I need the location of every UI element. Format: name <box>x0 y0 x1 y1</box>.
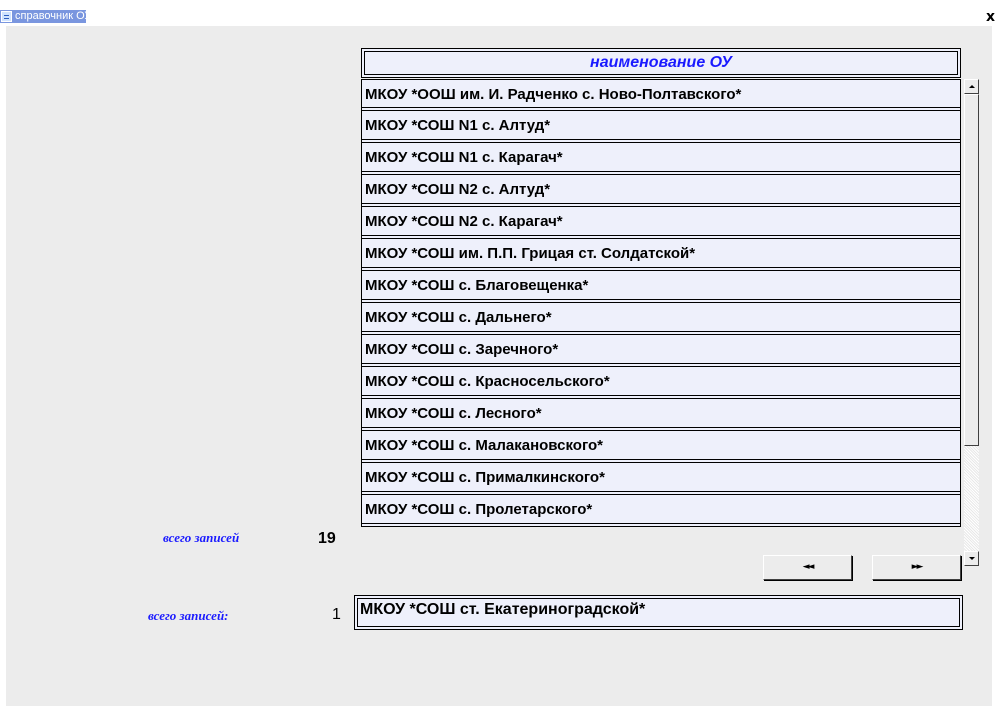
list-item[interactable]: МКОУ *СОШ N2 с. Алтуд* <box>361 175 961 207</box>
selected-records-label: всего записей: <box>148 608 229 623</box>
total-records-label: всего записей <box>163 530 240 545</box>
scroll-up-button[interactable] <box>964 79 979 94</box>
arrow-up-icon <box>969 85 975 88</box>
list-item[interactable]: МКОУ *СОШ им. П.П. Грицая ст. Солдатской… <box>361 239 961 271</box>
window-title: справочник ОУ <box>15 10 92 22</box>
title-tab: справочник ОУ <box>0 10 91 23</box>
list-item[interactable]: МКОУ *СОШ с. Заречного* <box>361 335 961 367</box>
selected-records-value: 1 <box>332 606 341 623</box>
list-rows: МКОУ *ООШ им. И. Радченко с. Ново-Полтав… <box>361 79 961 527</box>
total-records-value: 19 <box>318 530 336 547</box>
list-item[interactable]: МКОУ *СОШ N1 с. Алтуд* <box>361 111 961 143</box>
list-item[interactable]: МКОУ *СОШ N1 с. Карагач* <box>361 143 961 175</box>
close-icon[interactable]: x <box>986 10 995 24</box>
scroll-down-button[interactable] <box>964 551 979 566</box>
form-icon <box>1 11 12 22</box>
list-item[interactable]: МКОУ *ООШ им. И. Радченко с. Ново-Полтав… <box>361 79 961 111</box>
list-item[interactable]: МКОУ *СОШ с. Пролетарского* <box>361 495 961 527</box>
previous-button[interactable]: ◄◄ <box>763 555 852 580</box>
list-item[interactable]: МКОУ *СОШ с. Дальнего* <box>361 303 961 335</box>
form-body: наименование ОУ МКОУ *ООШ им. И. Радченк… <box>6 26 992 706</box>
list-item[interactable]: МКОУ *СОШ с. Малакановского* <box>361 431 961 463</box>
arrow-down-icon <box>969 557 975 560</box>
list-item[interactable]: МКОУ *СОШ с. Красносельского* <box>361 367 961 399</box>
next-button[interactable]: ►► <box>872 555 961 580</box>
school-list: наименование ОУ МКОУ *ООШ им. И. Радченк… <box>355 46 979 566</box>
list-item[interactable]: МКОУ *СОШ N2 с. Карагач* <box>361 207 961 239</box>
list-item[interactable]: МКОУ *СОШ с. Прималкинского* <box>361 463 961 495</box>
list-item[interactable]: МКОУ *СОШ с. Благовещенка* <box>361 271 961 303</box>
vertical-scrollbar[interactable] <box>964 79 979 566</box>
list-header: наименование ОУ <box>361 48 961 78</box>
scrollbar-thumb[interactable] <box>964 94 979 446</box>
list-item[interactable]: МКОУ *СОШ с. Лесного* <box>361 399 961 431</box>
current-record-field[interactable]: МКОУ *СОШ ст. Екатериноградской* <box>354 595 963 630</box>
app-window: справочник ОУ x наименование ОУ МКОУ *ОО… <box>0 0 998 706</box>
title-bar: справочник ОУ x <box>0 10 998 26</box>
